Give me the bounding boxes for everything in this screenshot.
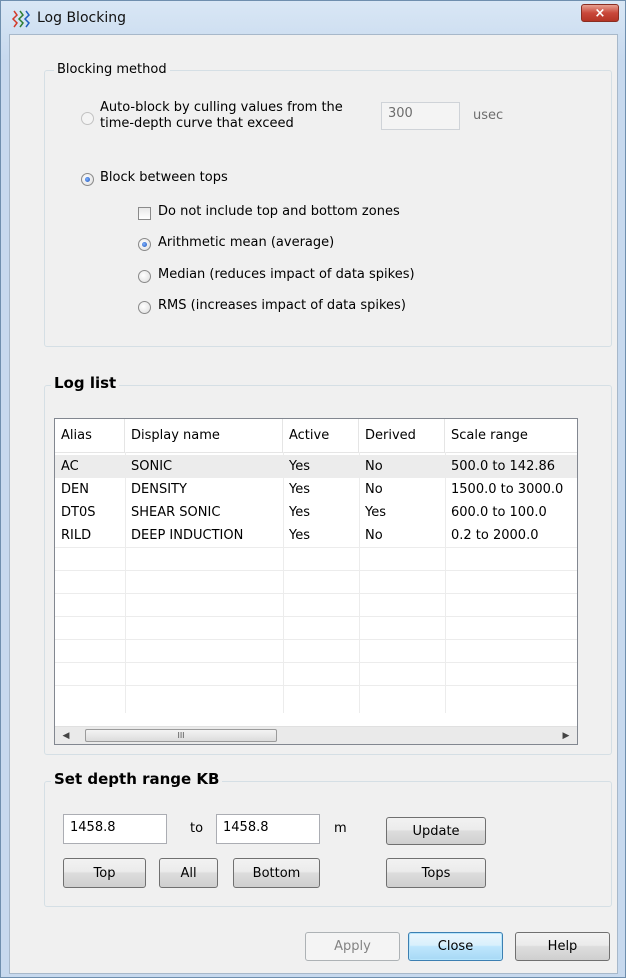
scroll-thumb[interactable]: III [85,729,277,742]
cell-scale-range: 0.2 to 2000.0 [451,528,539,543]
grid-line [55,593,577,594]
apply-button[interactable]: Apply [305,932,400,961]
cell-scale-range: 1500.0 to 3000.0 [451,482,564,497]
all-button[interactable]: All [159,858,218,888]
column-header-active[interactable]: Active [283,419,359,452]
grid-line [55,570,577,571]
depth-unit: m [334,821,347,836]
scroll-grip-icon: III [177,731,185,740]
scroll-left-icon[interactable]: ◀ [57,727,75,744]
cell-display-name: DEEP INDUCTION [131,528,244,543]
auto-block-label: Auto-block by culling values from the ti… [100,100,343,132]
blocking-method-group: Blocking method Auto-block by culling va… [44,62,612,347]
scroll-right-icon[interactable]: ▶ [557,727,575,744]
block-between-tops-radio[interactable] [81,173,94,186]
grid-line [55,616,577,617]
grid-line [55,662,577,663]
log-list-table[interactable]: Alias Display name Active Derived Scale … [54,418,578,745]
block-between-tops-label: Block between tops [100,170,228,185]
depth-range-label: Set depth range KB [51,770,223,788]
bottom-button[interactable]: Bottom [233,858,320,888]
auto-block-radio[interactable] [81,112,94,125]
cell-alias: DT0S [61,505,96,520]
cell-scale-range: 500.0 to 142.86 [451,459,556,474]
cell-alias: AC [61,459,79,474]
column-header-display-name[interactable]: Display name [125,419,283,452]
app-log-icon [11,10,30,28]
depth-to-input[interactable]: 1458.8 [216,814,320,844]
grid-line [55,547,577,548]
column-header-scale-range[interactable]: Scale range [445,419,577,452]
cell-derived: Yes [365,505,386,520]
cell-active: Yes [289,505,310,520]
horizontal-scrollbar[interactable]: ◀ III ▶ [55,726,577,744]
table-row[interactable]: DT0S SHEAR SONIC Yes Yes 600.0 to 100.0 [55,501,577,524]
dialog-body: Blocking method Auto-block by culling va… [9,34,618,974]
log-list-header: Alias Display name Active Derived Scale … [55,419,577,453]
depth-from-input[interactable]: 1458.8 [63,814,167,844]
log-list-label: Log list [51,374,120,392]
cell-display-name: SONIC [131,459,173,474]
cell-active: Yes [289,482,310,497]
cell-display-name: SHEAR SONIC [131,505,221,520]
window-close-button[interactable]: × [581,4,619,22]
close-button[interactable]: Close [408,932,503,961]
table-row[interactable]: DEN DENSITY Yes No 1500.0 to 3000.0 [55,478,577,501]
grid-line [55,685,577,686]
auto-block-label-line2: time-depth curve that exceed [100,116,294,131]
cell-display-name: DENSITY [131,482,187,497]
blocking-method-label: Blocking method [54,62,170,77]
cell-derived: No [365,482,383,497]
cell-derived: No [365,528,383,543]
median-label: Median (reduces impact of data spikes) [158,267,415,282]
column-header-alias[interactable]: Alias [55,419,125,452]
tops-button[interactable]: Tops [386,858,486,888]
arithmetic-mean-radio[interactable] [138,238,151,251]
cell-active: Yes [289,528,310,543]
table-row[interactable]: RILD DEEP INDUCTION Yes No 0.2 to 2000.0 [55,524,577,547]
window-title: Log Blocking [37,10,126,26]
rms-radio[interactable] [138,301,151,314]
log-blocking-dialog: Log Blocking × Blocking method Auto-bloc… [0,0,626,978]
update-button[interactable]: Update [386,817,486,845]
median-radio[interactable] [138,270,151,283]
grid-line [55,639,577,640]
exclude-zones-checkbox[interactable] [138,207,151,220]
cell-alias: DEN [61,482,89,497]
cell-active: Yes [289,459,310,474]
cell-derived: No [365,459,383,474]
cell-scale-range: 600.0 to 100.0 [451,505,547,520]
arithmetic-mean-label: Arithmetic mean (average) [158,235,335,250]
table-row[interactable]: AC SONIC Yes No 500.0 to 142.86 [55,455,577,478]
threshold-input[interactable]: 300 [381,102,460,130]
depth-range-group: Set depth range KB 1458.8 to 1458.8 m Up… [44,770,612,907]
column-header-derived[interactable]: Derived [359,419,445,452]
auto-block-label-line1: Auto-block by culling values from the [100,100,343,115]
top-button[interactable]: Top [63,858,146,888]
help-button[interactable]: Help [515,932,610,961]
close-icon: × [594,5,606,21]
depth-to-label: to [190,821,204,836]
exclude-zones-label: Do not include top and bottom zones [158,204,400,219]
threshold-unit: usec [473,108,504,123]
rms-label: RMS (increases impact of data spikes) [158,298,406,313]
title-bar: Log Blocking × [1,1,625,35]
cell-alias: RILD [61,528,92,543]
